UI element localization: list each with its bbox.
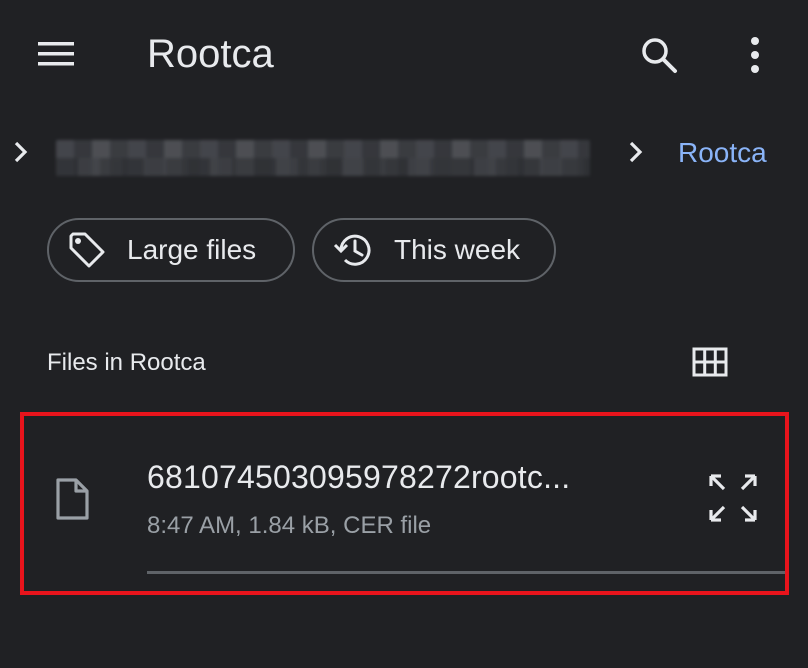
filter-chip-label: Large files [127, 234, 257, 265]
more-options-button[interactable] [730, 28, 780, 82]
more-vert-icon [751, 37, 759, 73]
section-title: Files in Rootca [47, 349, 206, 376]
history-icon [332, 228, 376, 272]
search-button[interactable] [632, 28, 686, 82]
file-list-item[interactable] [20, 412, 789, 595]
hamburger-menu-icon [38, 42, 74, 66]
row-divider [147, 571, 788, 574]
file-metadata: 8:47 AM, 1.84 kB, CER file [147, 512, 432, 539]
expand-icon [709, 474, 757, 522]
menu-button[interactable] [30, 32, 82, 76]
filter-chip-label: This week [394, 234, 521, 265]
grid-view-icon [692, 347, 728, 377]
breadcrumb-separator-icon [620, 134, 650, 170]
grid-view-toggle[interactable] [686, 340, 734, 384]
filter-chip-this-week[interactable]: This week [312, 218, 556, 282]
filter-chip-large-files[interactable]: Large files [47, 218, 295, 282]
tag-icon [65, 228, 109, 272]
breadcrumb-redacted-path[interactable] [56, 140, 590, 176]
page-title: Rootca [147, 32, 274, 76]
breadcrumb-current[interactable]: Rootca [678, 134, 767, 172]
breadcrumb-chevron-icon [6, 134, 34, 170]
file-icon [50, 474, 94, 524]
files-app-screen: Rootca Rootca Large files This week File… [0, 0, 808, 668]
file-name[interactable]: 681074503095978272rootc... [147, 456, 570, 498]
expand-preview-button[interactable] [700, 466, 766, 530]
search-icon [642, 38, 677, 73]
